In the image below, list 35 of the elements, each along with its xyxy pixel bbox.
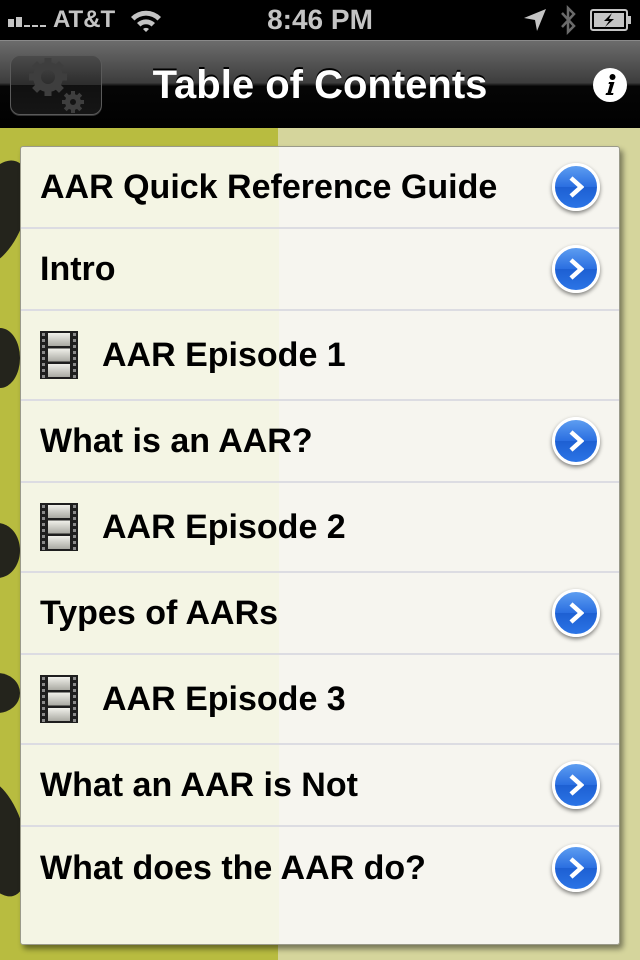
film-strip-icon — [40, 331, 78, 379]
gears-icon — [28, 56, 84, 112]
chevron-right-icon — [568, 602, 584, 624]
bluetooth-icon — [560, 5, 576, 35]
disclosure-button[interactable] — [552, 844, 600, 892]
list-item-title[interactable]: What is an AAR? — [40, 424, 552, 458]
disclosure-button[interactable] — [552, 761, 600, 809]
list-item-title[interactable]: Types of AARs — [40, 596, 552, 630]
battery-charging-icon — [590, 9, 632, 31]
chevron-right-icon — [568, 857, 584, 879]
wifi-icon — [130, 8, 162, 32]
disclosure-button[interactable] — [552, 245, 600, 293]
film-strip-icon — [40, 675, 78, 723]
disclosure-button[interactable] — [552, 589, 600, 637]
list-item-title[interactable]: AAR Episode 1 — [102, 338, 600, 372]
carrier-name: AT&T — [53, 8, 116, 32]
status-time: 8:46 PM — [267, 6, 373, 34]
disclosure-button[interactable] — [552, 163, 600, 211]
film-strip-icon — [40, 503, 78, 551]
list-item-title[interactable]: What an AAR is Not — [40, 768, 552, 802]
list-item-title[interactable]: Intro — [40, 252, 552, 286]
list-item-title[interactable]: AAR Quick Reference Guide — [40, 170, 552, 204]
disclosure-button[interactable] — [552, 417, 600, 465]
chevron-right-icon — [568, 176, 584, 198]
settings-button[interactable] — [10, 54, 102, 114]
chevron-right-icon — [568, 430, 584, 452]
location-arrow-icon — [524, 9, 546, 31]
list-item-title[interactable]: What does the AAR do? — [40, 851, 552, 885]
chevron-right-icon — [568, 774, 584, 796]
list-item-title[interactable]: AAR Episode 3 — [102, 682, 600, 716]
chevron-right-icon — [568, 258, 584, 280]
nav-title: Table of Contents — [152, 64, 488, 104]
list-item-title[interactable]: AAR Episode 2 — [102, 510, 600, 544]
info-icon — [593, 68, 627, 102]
info-button[interactable] — [593, 68, 627, 102]
